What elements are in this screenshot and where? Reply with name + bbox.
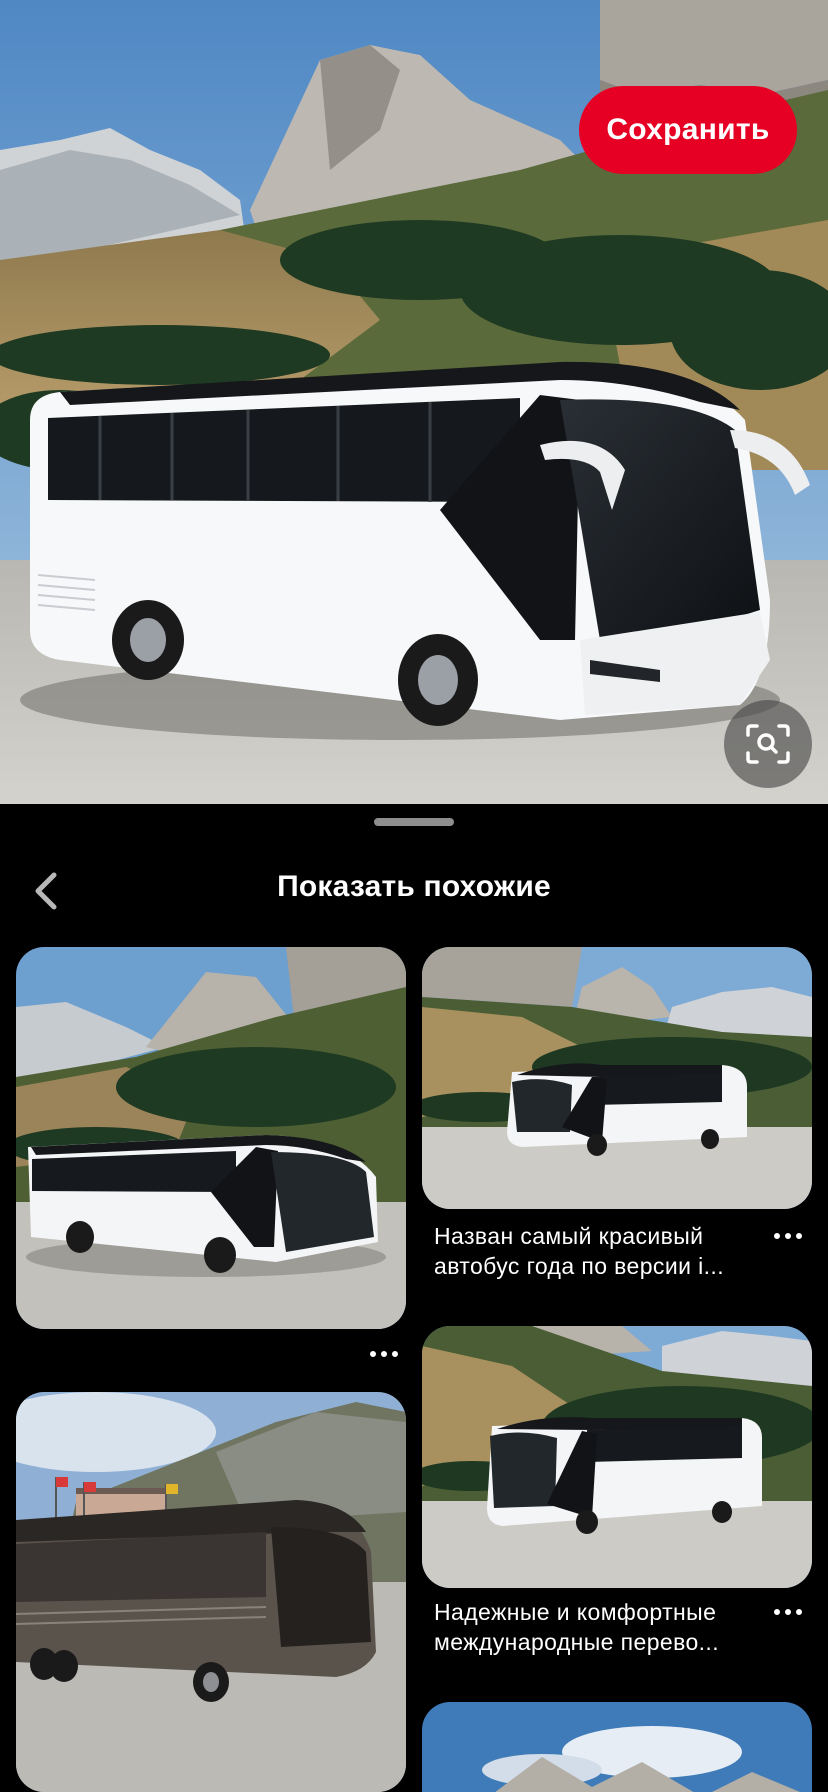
white-bus-mountains-photo (16, 947, 406, 1329)
save-button[interactable]: Сохранить (579, 86, 797, 174)
visual-search-icon (746, 724, 790, 764)
pin-card-image[interactable] (16, 1392, 406, 1792)
pin-closeup-image[interactable]: Сохранить (0, 0, 828, 804)
pin-title-line: Назван самый красивый (434, 1223, 704, 1249)
more-dots-icon (774, 1233, 780, 1239)
pin-title-line: Надежные и комфортные (434, 1599, 717, 1625)
pin-card-image[interactable] (422, 947, 812, 1209)
similar-pins-sheet[interactable]: Показать похожие Назван самый красивый а… (0, 804, 828, 1792)
white-bus-meadow-photo (422, 947, 812, 1209)
grey-bus-hotel-photo (16, 1392, 406, 1792)
pin-more-options-button[interactable] (768, 1226, 808, 1246)
more-dots-icon (774, 1609, 780, 1615)
pin-more-options-button[interactable] (768, 1602, 808, 1622)
pin-card-image[interactable] (16, 947, 406, 1329)
pin-card-title[interactable]: Надежные и комфортные международные пере… (434, 1597, 764, 1657)
white-bus-meadow-photo (422, 1326, 812, 1588)
pin-card-image[interactable] (422, 1326, 812, 1588)
more-dots-icon (370, 1351, 376, 1357)
pin-title-line: международные перево... (434, 1629, 720, 1655)
pin-card-title[interactable]: Назван самый красивый автобус года по ве… (434, 1221, 764, 1281)
sheet-title: Показать похожие (277, 870, 551, 903)
sheet-grabber[interactable] (374, 818, 454, 826)
pin-title-line: автобус года по версии i... (434, 1253, 724, 1279)
visual-search-button[interactable] (724, 700, 812, 788)
pin-more-options-button[interactable] (364, 1344, 404, 1364)
pin-card-image[interactable] (422, 1702, 812, 1792)
mountain-sky-photo (422, 1702, 812, 1792)
